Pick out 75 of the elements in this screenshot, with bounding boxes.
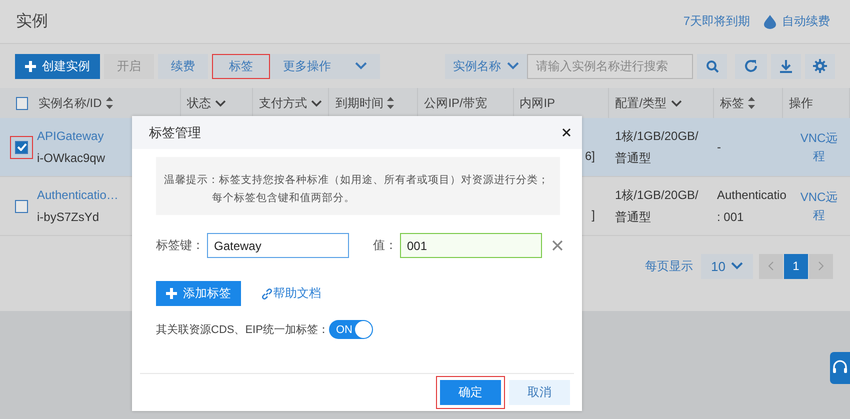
chevron-right-icon [818, 261, 824, 271]
column-header[interactable]: 状态 [187, 94, 212, 112]
sort-icon[interactable] [387, 97, 394, 109]
toggle-switch[interactable]: ON [328, 320, 373, 339]
search-icon [706, 60, 718, 72]
refresh-button[interactable] [735, 54, 767, 78]
confirm-button[interactable]: 确定 [440, 380, 501, 405]
support-button[interactable] [830, 352, 850, 384]
table-cell: ] [592, 208, 595, 222]
toolbar-button[interactable]: 续费 [158, 54, 208, 78]
chevron-down-icon [507, 62, 519, 70]
table-cell-text: Authenticatio : 001 [717, 187, 786, 226]
table-cell-text: 1核/1GB/20GB/ 普通型 [615, 187, 698, 226]
page-size-label: 每页显示 [645, 258, 693, 274]
page-size-dropdown[interactable]: 10 [701, 254, 753, 278]
tag-key-field[interactable]: Gateway [207, 233, 349, 258]
link-icon [261, 288, 273, 300]
field-label: 值： [373, 237, 397, 254]
plus-icon [166, 288, 177, 299]
table-cell: 6] [584, 149, 595, 163]
refresh-icon [744, 59, 758, 73]
checkmark-icon [16, 143, 26, 151]
headset-icon [832, 360, 848, 376]
row-checkbox[interactable] [15, 140, 28, 154]
column-header[interactable]: 配置/类型 [615, 94, 667, 112]
close-icon [562, 128, 571, 137]
sort-icon[interactable] [748, 97, 756, 109]
filter-caret-icon[interactable] [215, 100, 226, 106]
column-header[interactable]: 标签 [720, 94, 744, 112]
field-label: 标签键： [156, 237, 204, 254]
column-header[interactable]: 公网IP/带宽 [424, 94, 487, 112]
plus-icon [25, 60, 36, 72]
sync-label: 其关联资源CDS、EIP统一加标签： [156, 322, 329, 337]
page-title: 实例 [16, 12, 48, 32]
column-header[interactable]: 到期时间 [335, 94, 384, 112]
cancel-button[interactable]: 取消 [509, 380, 570, 405]
select-all-checkbox[interactable] [16, 96, 28, 110]
remove-tag-button[interactable] [550, 238, 565, 253]
toolbar-button[interactable]: 创建实例 [15, 54, 100, 78]
vnc-link[interactable]: VNC远程 [799, 129, 839, 165]
notice-text: 温馨提示：标签支持您按各种标准（如用途、所有者或项目）对资源进行分类； 每个标签包含键和值两部分。 [156, 157, 560, 215]
chevron-down-icon [355, 62, 367, 70]
instance-id: i-OWkac9qw [37, 151, 106, 165]
filter-caret-icon[interactable] [670, 100, 682, 106]
search-filter-dropdown[interactable]: 实例名称 [445, 54, 527, 78]
expiring-link[interactable]: 7天即将到期 [683, 13, 750, 30]
column-header[interactable]: 实例名称/ID [38, 94, 102, 112]
download-button[interactable] [771, 54, 801, 78]
search-button[interactable] [697, 54, 727, 78]
settings-button[interactable] [805, 54, 835, 78]
auto-renew-link[interactable]: 自动续费 [782, 13, 830, 30]
filter-caret-icon[interactable] [310, 100, 322, 106]
toolbar-button[interactable]: 标签 [212, 54, 270, 78]
download-icon [779, 59, 793, 73]
column-header[interactable]: 操作 [789, 94, 814, 112]
sort-icon[interactable] [106, 97, 113, 109]
settings-icon [813, 59, 827, 73]
search-field[interactable]: 请输入实例名称进行搜索 [527, 54, 693, 78]
more-actions-dropdown[interactable]: 更多操作 [270, 54, 380, 78]
column-header[interactable]: 内网IP [520, 94, 556, 112]
row-checkbox[interactable] [15, 200, 28, 212]
instance-id: i-byS7ZsYd [37, 210, 100, 224]
chevron-left-icon [768, 261, 774, 271]
vnc-link[interactable]: VNC远程 [799, 188, 839, 224]
close-icon [552, 240, 563, 251]
help-link[interactable]: 帮助文档 [273, 285, 321, 302]
table-cell-text: 1核/1GB/20GB/ 普通型 [615, 128, 698, 167]
drop-icon [764, 14, 776, 28]
add-tag-button[interactable]: 添加标签 [156, 281, 241, 306]
chevron-down-icon [731, 262, 743, 270]
table-cell-text: - [717, 139, 721, 156]
tag-value-field[interactable]: 001 [400, 233, 542, 258]
column-header[interactable]: 支付方式 [258, 94, 307, 112]
page-button[interactable]: 1 [784, 254, 808, 278]
dialog-title: 标签管理 [149, 124, 201, 142]
